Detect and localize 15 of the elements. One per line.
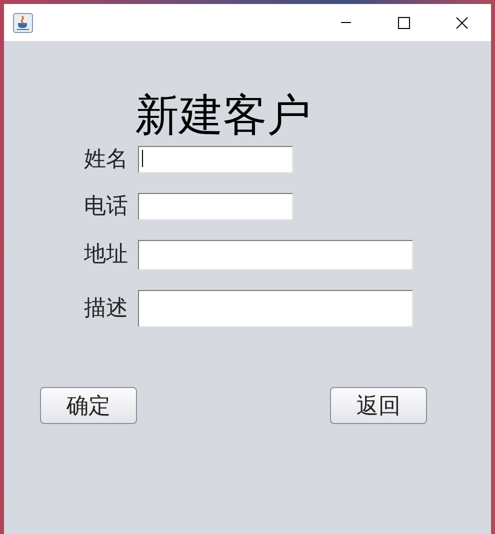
field-label: 姓名	[84, 146, 128, 172]
input-field[interactable]	[138, 193, 293, 220]
maximize-icon	[398, 16, 410, 28]
form-title: 新建客户	[135, 90, 311, 142]
input-field[interactable]	[138, 290, 413, 327]
field-label: 描述	[84, 296, 128, 322]
coffee-cup-icon	[13, 12, 33, 32]
input-field[interactable]	[138, 240, 413, 270]
close-icon	[456, 16, 468, 28]
field-label: 地址	[84, 242, 128, 268]
dialog-button[interactable]: 返回	[330, 387, 427, 424]
minimize-icon	[341, 22, 351, 23]
field-label: 电话	[84, 194, 128, 220]
input-field[interactable]	[138, 146, 293, 173]
dialog-button[interactable]: 确定	[40, 387, 137, 424]
